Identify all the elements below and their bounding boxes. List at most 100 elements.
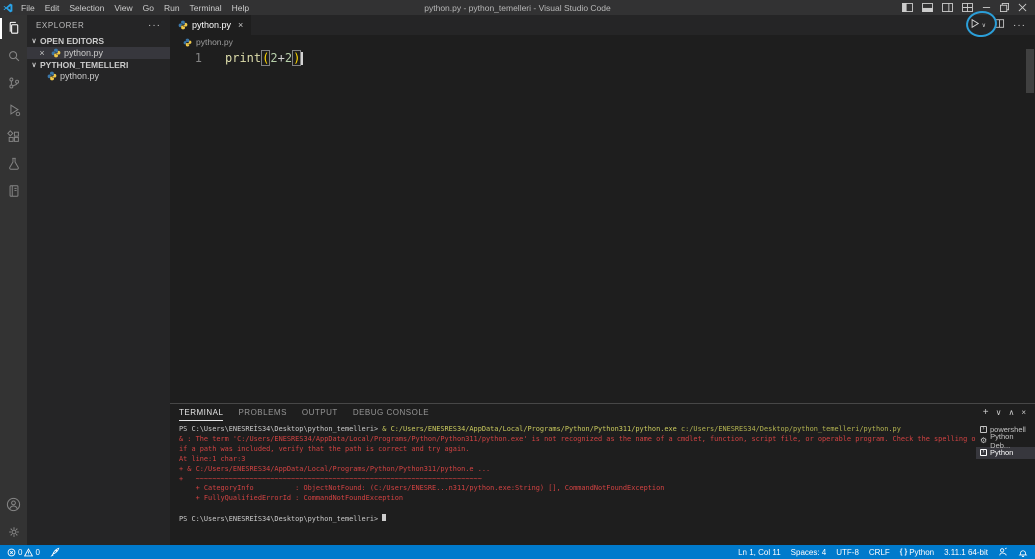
account-icon[interactable] xyxy=(0,491,27,518)
terminal-list-label: Python xyxy=(990,448,1013,457)
open-editors-section[interactable]: ∨ OPEN EDITORS xyxy=(27,35,170,47)
open-editor-item-python[interactable]: × python.py xyxy=(27,47,170,59)
restore-button[interactable] xyxy=(1000,3,1009,12)
line-number: 1 xyxy=(170,51,225,65)
vscode-window: FileEditSelectionViewGoRunTerminalHelp p… xyxy=(0,0,1035,559)
code-text: print(2+2) xyxy=(225,51,303,65)
breadcrumb-item[interactable]: python.py xyxy=(196,37,233,47)
file-label: python.py xyxy=(64,48,103,58)
terminal-line: At line:1 char:3 xyxy=(179,455,976,465)
rocket-icon[interactable] xyxy=(50,547,60,557)
layout-sidebar-right-icon[interactable] xyxy=(942,3,953,12)
code-line-1: 1 print(2+2) xyxy=(170,49,1035,65)
terminal-list: ›powershell⚙Python Deb...›Python xyxy=(976,421,1035,545)
menu-go[interactable]: Go xyxy=(138,3,159,13)
menu-edit[interactable]: Edit xyxy=(40,3,65,13)
new-terminal-icon[interactable]: + xyxy=(983,407,989,418)
terminal-list-item-python-deb-[interactable]: ⚙Python Deb... xyxy=(976,436,1035,448)
search-icon[interactable] xyxy=(0,42,27,69)
maximize-panel-icon[interactable]: ∧ xyxy=(1008,408,1014,417)
terminal-line: if a path was included, verify that the … xyxy=(179,445,976,455)
tree-item-python[interactable]: python.py xyxy=(27,71,170,83)
layout-panel-icon[interactable] xyxy=(922,3,933,12)
tab-python-py[interactable]: python.py × xyxy=(170,15,251,35)
editor-caret xyxy=(301,52,303,65)
terminal-line xyxy=(179,504,976,514)
braces-icon: { } xyxy=(900,549,907,556)
panel-header: TERMINAL PROBLEMS OUTPUT DEBUG CONSOLE + ∨ … xyxy=(170,404,1035,421)
panel-tab-debug-console[interactable]: DEBUG CONSOLE xyxy=(353,404,429,421)
settings-gear-icon[interactable] xyxy=(0,518,27,545)
testing-icon[interactable] xyxy=(0,150,27,177)
explorer-sidebar: EXPLORER ··· ∨ OPEN EDITORS × python.py … xyxy=(27,15,170,545)
status-bar: 0 0 Ln 1, Col 11 Spaces: 4 UTF-8 CRLF { … xyxy=(0,545,1035,559)
menu-run[interactable]: Run xyxy=(159,3,185,13)
indentation[interactable]: Spaces: 4 xyxy=(791,548,827,557)
explorer-icon[interactable] xyxy=(0,15,27,42)
run-debug-icon[interactable] xyxy=(0,96,27,123)
terminal-line: + FullyQualifiedErrorId : CommandNotFoun… xyxy=(179,494,976,504)
tab-label: python.py xyxy=(192,20,231,30)
terminal-line: + & C:/Users/ENESRES34/AppData/Local/Pro… xyxy=(179,465,976,475)
panel-actions: + ∨ ∧ × xyxy=(983,407,1026,418)
menubar: FileEditSelectionViewGoRunTerminalHelp xyxy=(16,3,254,13)
panel-tab-problems[interactable]: PROBLEMS xyxy=(238,404,286,421)
python-file-icon xyxy=(178,20,188,30)
error-icon xyxy=(7,548,16,557)
chevron-down-icon: ∨ xyxy=(30,37,38,45)
breadcrumb[interactable]: python.py xyxy=(170,35,1035,49)
file-label: python.py xyxy=(60,71,99,81)
panel-tab-output[interactable]: OUTPUT xyxy=(302,404,338,421)
chevron-down-icon: ∨ xyxy=(30,61,38,69)
warning-icon xyxy=(24,548,33,557)
editor-scrollbar[interactable] xyxy=(1026,49,1034,93)
close-window-button[interactable] xyxy=(1018,3,1027,12)
layout-sidebar-left-icon[interactable] xyxy=(902,3,913,12)
explorer-title: EXPLORER xyxy=(36,21,84,30)
python-file-icon xyxy=(183,38,192,47)
tab-bar: python.py × ∨ ··· xyxy=(170,15,1035,35)
terminal-dropdown-chevron-icon[interactable]: ∨ xyxy=(996,408,1002,417)
terminal-line: + CategoryInfo : ObjectNotFound: (C:/Use… xyxy=(179,484,976,494)
layout-customize-icon[interactable] xyxy=(962,3,973,12)
activity-bar xyxy=(0,15,27,545)
eol-sequence[interactable]: CRLF xyxy=(869,548,890,557)
menu-selection[interactable]: Selection xyxy=(64,3,109,13)
problems-indicator[interactable]: 0 0 xyxy=(7,548,40,557)
folder-section-python-temelleri[interactable]: ∨ PYTHON_TEMELLERI xyxy=(27,59,170,71)
encoding[interactable]: UTF-8 xyxy=(836,548,859,557)
editor-group: python.py × ∨ ··· python.py 1 print(2+2) xyxy=(170,15,1035,545)
more-actions-icon[interactable]: ··· xyxy=(1013,20,1026,31)
code-editor[interactable]: 1 print(2+2) xyxy=(170,49,1035,403)
menu-view[interactable]: View xyxy=(109,3,137,13)
panel-tab-terminal[interactable]: TERMINAL xyxy=(179,404,223,421)
python-interpreter[interactable]: 3.11.1 64-bit xyxy=(944,548,988,557)
debug-gear-icon: ⚙ xyxy=(980,437,987,445)
terminal-line: & : The term 'C:/Users/ENESRES34/AppData… xyxy=(179,435,976,445)
panel: TERMINAL PROBLEMS OUTPUT DEBUG CONSOLE + ∨ … xyxy=(170,403,1035,545)
terminal-prompt-icon: › xyxy=(980,449,987,456)
feedback-icon[interactable] xyxy=(998,547,1008,557)
python-file-icon xyxy=(47,71,57,81)
source-control-icon[interactable] xyxy=(0,69,27,96)
terminal-line: + ~~~~~~~~~~~~~~~~~~~~~~~~~~~~~~~~~~~~~~… xyxy=(179,475,976,485)
close-panel-icon[interactable]: × xyxy=(1021,408,1026,417)
close-tab-icon[interactable]: × xyxy=(238,20,243,30)
close-editor-icon[interactable]: × xyxy=(36,48,48,58)
menu-terminal[interactable]: Terminal xyxy=(185,3,227,13)
extensions-icon[interactable] xyxy=(0,123,27,150)
menu-help[interactable]: Help xyxy=(227,3,254,13)
window-controls xyxy=(902,3,1035,12)
terminal-output[interactable]: PS C:\Users\ENESREİS34\Desktop\python_te… xyxy=(170,421,976,545)
notebook-icon[interactable] xyxy=(0,177,27,204)
terminal-line: PS C:\Users\ENESREİS34\Desktop\python_te… xyxy=(179,425,976,435)
language-mode[interactable]: { } Python xyxy=(900,548,934,557)
terminal-cursor xyxy=(382,514,386,521)
notifications-bell-icon[interactable] xyxy=(1018,547,1028,557)
terminal-line: PS C:\Users\ENESREİS34\Desktop\python_te… xyxy=(179,514,976,525)
cursor-position[interactable]: Ln 1, Col 11 xyxy=(738,548,781,557)
menu-file[interactable]: File xyxy=(16,3,40,13)
panel-tabs: TERMINAL PROBLEMS OUTPUT DEBUG CONSOLE xyxy=(179,404,444,421)
explorer-more-actions-icon[interactable]: ··· xyxy=(148,20,161,31)
titlebar: FileEditSelectionViewGoRunTerminalHelp p… xyxy=(0,0,1035,15)
